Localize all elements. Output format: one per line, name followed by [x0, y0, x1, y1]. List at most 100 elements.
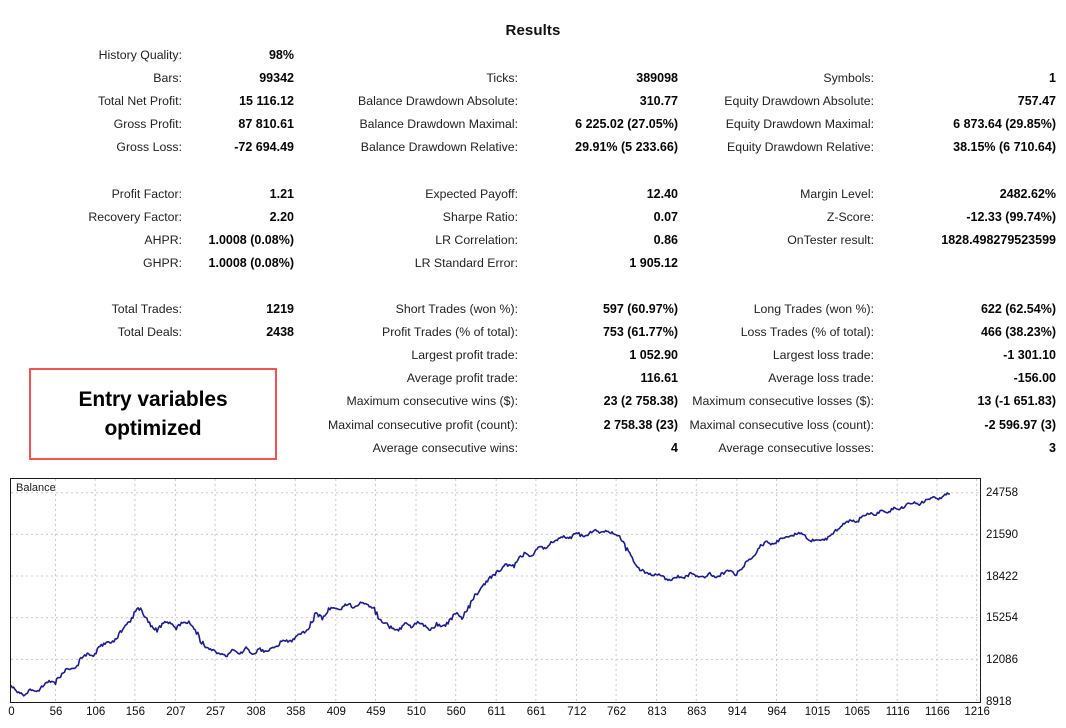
stat-row: AHPR: 1.0008 (0.08%) — [0, 229, 303, 252]
x-tick-label: 661 — [526, 706, 546, 718]
x-tick-label: 409 — [326, 706, 346, 718]
stat-label: LR Standard Error: — [414, 255, 518, 270]
stat-row: Symbols: 1 — [687, 67, 1066, 90]
x-tick-label: 207 — [166, 706, 186, 718]
stat-label: Maximal consecutive profit (count): — [328, 417, 518, 432]
stat-value: 29.91% (5 233.66) — [575, 140, 678, 155]
x-tick-label: 358 — [286, 706, 306, 718]
stat-row: Maximal consecutive profit (count): 2 758… — [303, 414, 687, 437]
stat-row-spacer — [687, 275, 1066, 298]
stat-row: History Quality: 98% — [0, 44, 303, 67]
stat-label: Average profit trade: — [406, 371, 518, 386]
stat-row: Gross Profit: 87 810.61 — [0, 113, 303, 136]
y-tick-label: 18422 — [986, 570, 1018, 583]
page-title: Results — [505, 22, 561, 39]
stat-row: Profit Factor: 1.21 — [0, 183, 303, 206]
stat-row-spacer — [687, 159, 1066, 182]
stat-label: Average consecutive wins: — [372, 440, 518, 455]
x-tick-label: 510 — [406, 706, 427, 718]
stat-label: Total Deals: — [117, 325, 182, 340]
stat-label: Expected Payoff: — [425, 186, 518, 201]
stat-value: 1.0008 (0.08%) — [208, 255, 294, 270]
stat-row: Recovery Factor: 2.20 — [0, 206, 303, 229]
stat-label: Largest profit trade: — [411, 348, 518, 363]
x-tick-label: 1065 — [844, 706, 870, 718]
y-tick-label: 21590 — [986, 528, 1018, 541]
chart-y-axis: 8918 12086 15254 18422 21590 24758 — [984, 478, 1064, 707]
stat-label: AHPR: — [144, 232, 182, 247]
x-tick-label: 813 — [647, 706, 667, 718]
chart-x-axis: 0 56 106 156 207 257 308 358 409 459 510 560 611 661 7… — [0, 706, 1000, 726]
stat-value: 2438 — [266, 325, 294, 340]
stat-value: 87 810.61 — [238, 117, 294, 132]
stat-row: Bars: 99342 — [0, 67, 303, 90]
stat-row: Balance Drawdown Relative: 29.91% (5 233.… — [303, 136, 687, 159]
stat-row: LR Correlation: 0.86 — [303, 229, 687, 252]
stats-column-1: History Quality: 98% Bars: 99342 Total Net P… — [0, 44, 303, 344]
stat-label: Balance Drawdown Maximal: — [359, 117, 518, 132]
x-tick-label: 0 — [8, 706, 15, 718]
stat-row: Maximum consecutive losses ($): 13 (-1 65… — [687, 390, 1066, 413]
stat-value: 310.77 — [639, 94, 678, 109]
stat-value: 3 — [1049, 440, 1056, 455]
stat-row: Total Deals: 2438 — [0, 321, 303, 344]
stat-row: Sharpe Ratio: 0.07 — [303, 206, 687, 229]
stat-label: Equity Drawdown Maximal: — [725, 117, 874, 132]
stat-value: 1219 — [266, 302, 294, 317]
y-tick-label: 24758 — [986, 487, 1018, 500]
x-tick-label: 560 — [446, 706, 466, 718]
stat-value: 99342 — [259, 71, 294, 86]
stat-value: 15 116.12 — [239, 94, 294, 109]
stat-label: Long Trades (won %): — [753, 302, 874, 317]
stat-label: Profit Factor: — [111, 186, 182, 201]
stat-label: OnTester result: — [787, 232, 874, 247]
stat-label: Total Net Profit: — [97, 94, 182, 109]
stat-row-spacer — [0, 159, 303, 182]
annotation-line-2: optimized — [104, 417, 202, 440]
stat-value: 98% — [268, 48, 294, 62]
stat-row-spacer — [687, 252, 1066, 275]
stat-value: -1 301.10 — [1003, 348, 1056, 363]
stat-row: Z-Score: -12.33 (99.74%) — [687, 206, 1066, 229]
stat-row: Balance Drawdown Maximal: 6 225.02 (27.05… — [303, 113, 687, 136]
stat-value: 23 (2 758.38) — [603, 394, 678, 409]
x-tick-label: 56 — [49, 706, 63, 718]
chart-legend-balance: Balance — [16, 482, 56, 494]
stat-row: Largest profit trade: 1 052.90 — [303, 344, 687, 367]
stat-value: 2.20 — [269, 209, 294, 224]
y-tick-label: 15254 — [986, 612, 1018, 625]
y-tick-label: 12086 — [986, 653, 1018, 666]
stats-column-3: Symbols: 1 Equity Drawdown Absolute: 757.47… — [687, 44, 1066, 460]
stat-row: Equity Drawdown Relative: 38.15% (6 710.6… — [687, 136, 1066, 159]
stat-value: 466 (38.23%) — [980, 325, 1056, 340]
stat-value: 622 (62.54%) — [980, 302, 1056, 317]
stat-row: Ticks: 389098 — [303, 67, 687, 90]
stat-value: 757.47 — [1017, 94, 1056, 109]
stat-label: Balance Drawdown Absolute: — [358, 94, 518, 109]
stat-value: 6 873.64 (29.85%) — [953, 117, 1056, 132]
stat-row: Maximal consecutive loss (count): -2 596.… — [687, 414, 1066, 437]
stat-label: Loss Trades (% of total): — [740, 325, 874, 340]
stat-value: 116.61 — [640, 371, 678, 386]
x-tick-label: 308 — [246, 706, 266, 718]
stat-label: Ticks: — [486, 71, 518, 86]
stat-row: Total Net Profit: 15 116.12 — [0, 90, 303, 113]
stat-row: Average loss trade: -156.00 — [687, 367, 1066, 390]
stat-value: 1.0008 (0.08%) — [208, 232, 294, 247]
stat-value: 597 (60.97%) — [602, 302, 678, 317]
stat-value: 4 — [671, 440, 678, 455]
stat-label: LR Correlation: — [435, 232, 518, 247]
stat-row: Equity Drawdown Absolute: 757.47 — [687, 90, 1066, 113]
x-tick-label: 964 — [767, 706, 787, 718]
balance-chart-panel[interactable]: Balance — [10, 478, 981, 703]
stat-row: Average consecutive losses: 3 — [687, 437, 1066, 460]
stat-label: Maximum consecutive losses ($): — [692, 394, 874, 409]
stat-label: Maximal consecutive loss (count): — [689, 417, 874, 432]
stat-value: 6 225.02 (27.05%) — [575, 117, 678, 132]
annotation-callout-box: Entry variables optimized — [29, 368, 277, 460]
stat-row: LR Standard Error: 1 905.12 — [303, 252, 687, 275]
stat-row-spacer — [303, 275, 687, 298]
stat-label: Profit Trades (% of total): — [382, 325, 518, 340]
stat-label: Bars: — [153, 71, 182, 86]
stat-value: 0.86 — [653, 232, 678, 247]
